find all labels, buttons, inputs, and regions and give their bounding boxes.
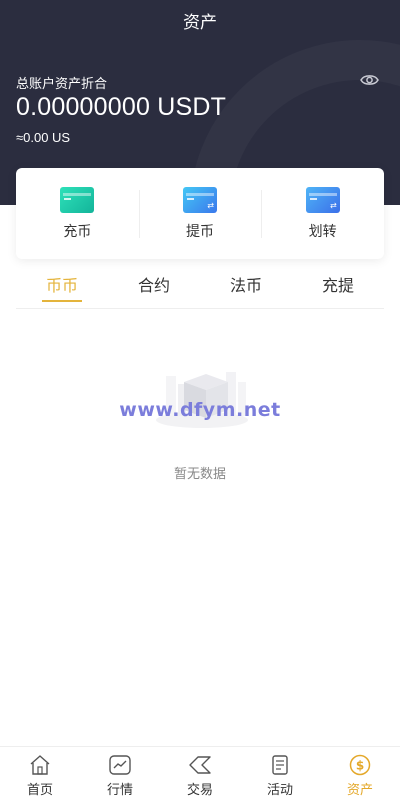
action-card: 充币 ⇄ 提币 ⇄ 划转 [16,168,384,259]
page-title: 资产 [183,13,217,33]
total-assets-fiat: ≈0.00 US [16,130,71,145]
tabbar-home-label: 首页 [26,783,53,798]
withdraw-label: 提币 [186,223,214,240]
total-assets-label: 总账户资产折合 [16,77,108,92]
tab-contract[interactable]: 合约 [108,266,200,308]
home-icon [30,755,50,775]
activity-icon [272,755,288,775]
transfer-label: 划转 [308,223,337,240]
withdraw-button[interactable]: ⇄ 提币 [138,168,262,259]
tabbar-trade[interactable]: 交易 [160,747,240,799]
tabbar-market[interactable]: 行情 [80,747,160,799]
empty-box-illustration [156,372,248,428]
deposit-card-icon [60,186,95,213]
trade-icon [189,756,211,774]
deposit-label: 充币 [63,223,92,240]
tabbar-assets-label: 资产 [346,783,373,798]
transfer-button[interactable]: ⇄ 划转 [261,168,384,259]
bottom-tabbar: 首页 行情 交易 活动 $ 资产 [0,746,400,799]
empty-state-text: 暂无数据 [173,467,226,482]
tab-fiat[interactable]: 法币 [200,266,292,308]
withdraw-card-icon: ⇄ [183,186,217,213]
assets-icon: $ [349,754,371,776]
tab-deposit-withdraw[interactable]: 充提 [292,266,384,308]
svg-text:$: $ [356,759,364,773]
watermark-text: www.dfym.net [119,399,281,421]
total-assets-value: 0.00000000 USDT [16,93,227,121]
asset-tabs: 币币 合约 法币 充提 [16,266,384,309]
transfer-card-icon: ⇄ [305,186,340,213]
tabbar-home[interactable]: 首页 [0,747,80,799]
tabbar-activity[interactable]: 活动 [240,747,320,799]
tabbar-activity-label: 活动 [266,783,293,798]
deposit-button[interactable]: 充币 [16,168,139,259]
tabbar-assets[interactable]: $ 资产 [320,747,400,799]
tab-spot[interactable]: 币币 [16,266,108,308]
tabbar-trade-label: 交易 [186,783,213,798]
eye-icon[interactable] [360,73,379,87]
market-chart-icon [109,755,131,775]
tabbar-market-label: 行情 [106,783,133,798]
